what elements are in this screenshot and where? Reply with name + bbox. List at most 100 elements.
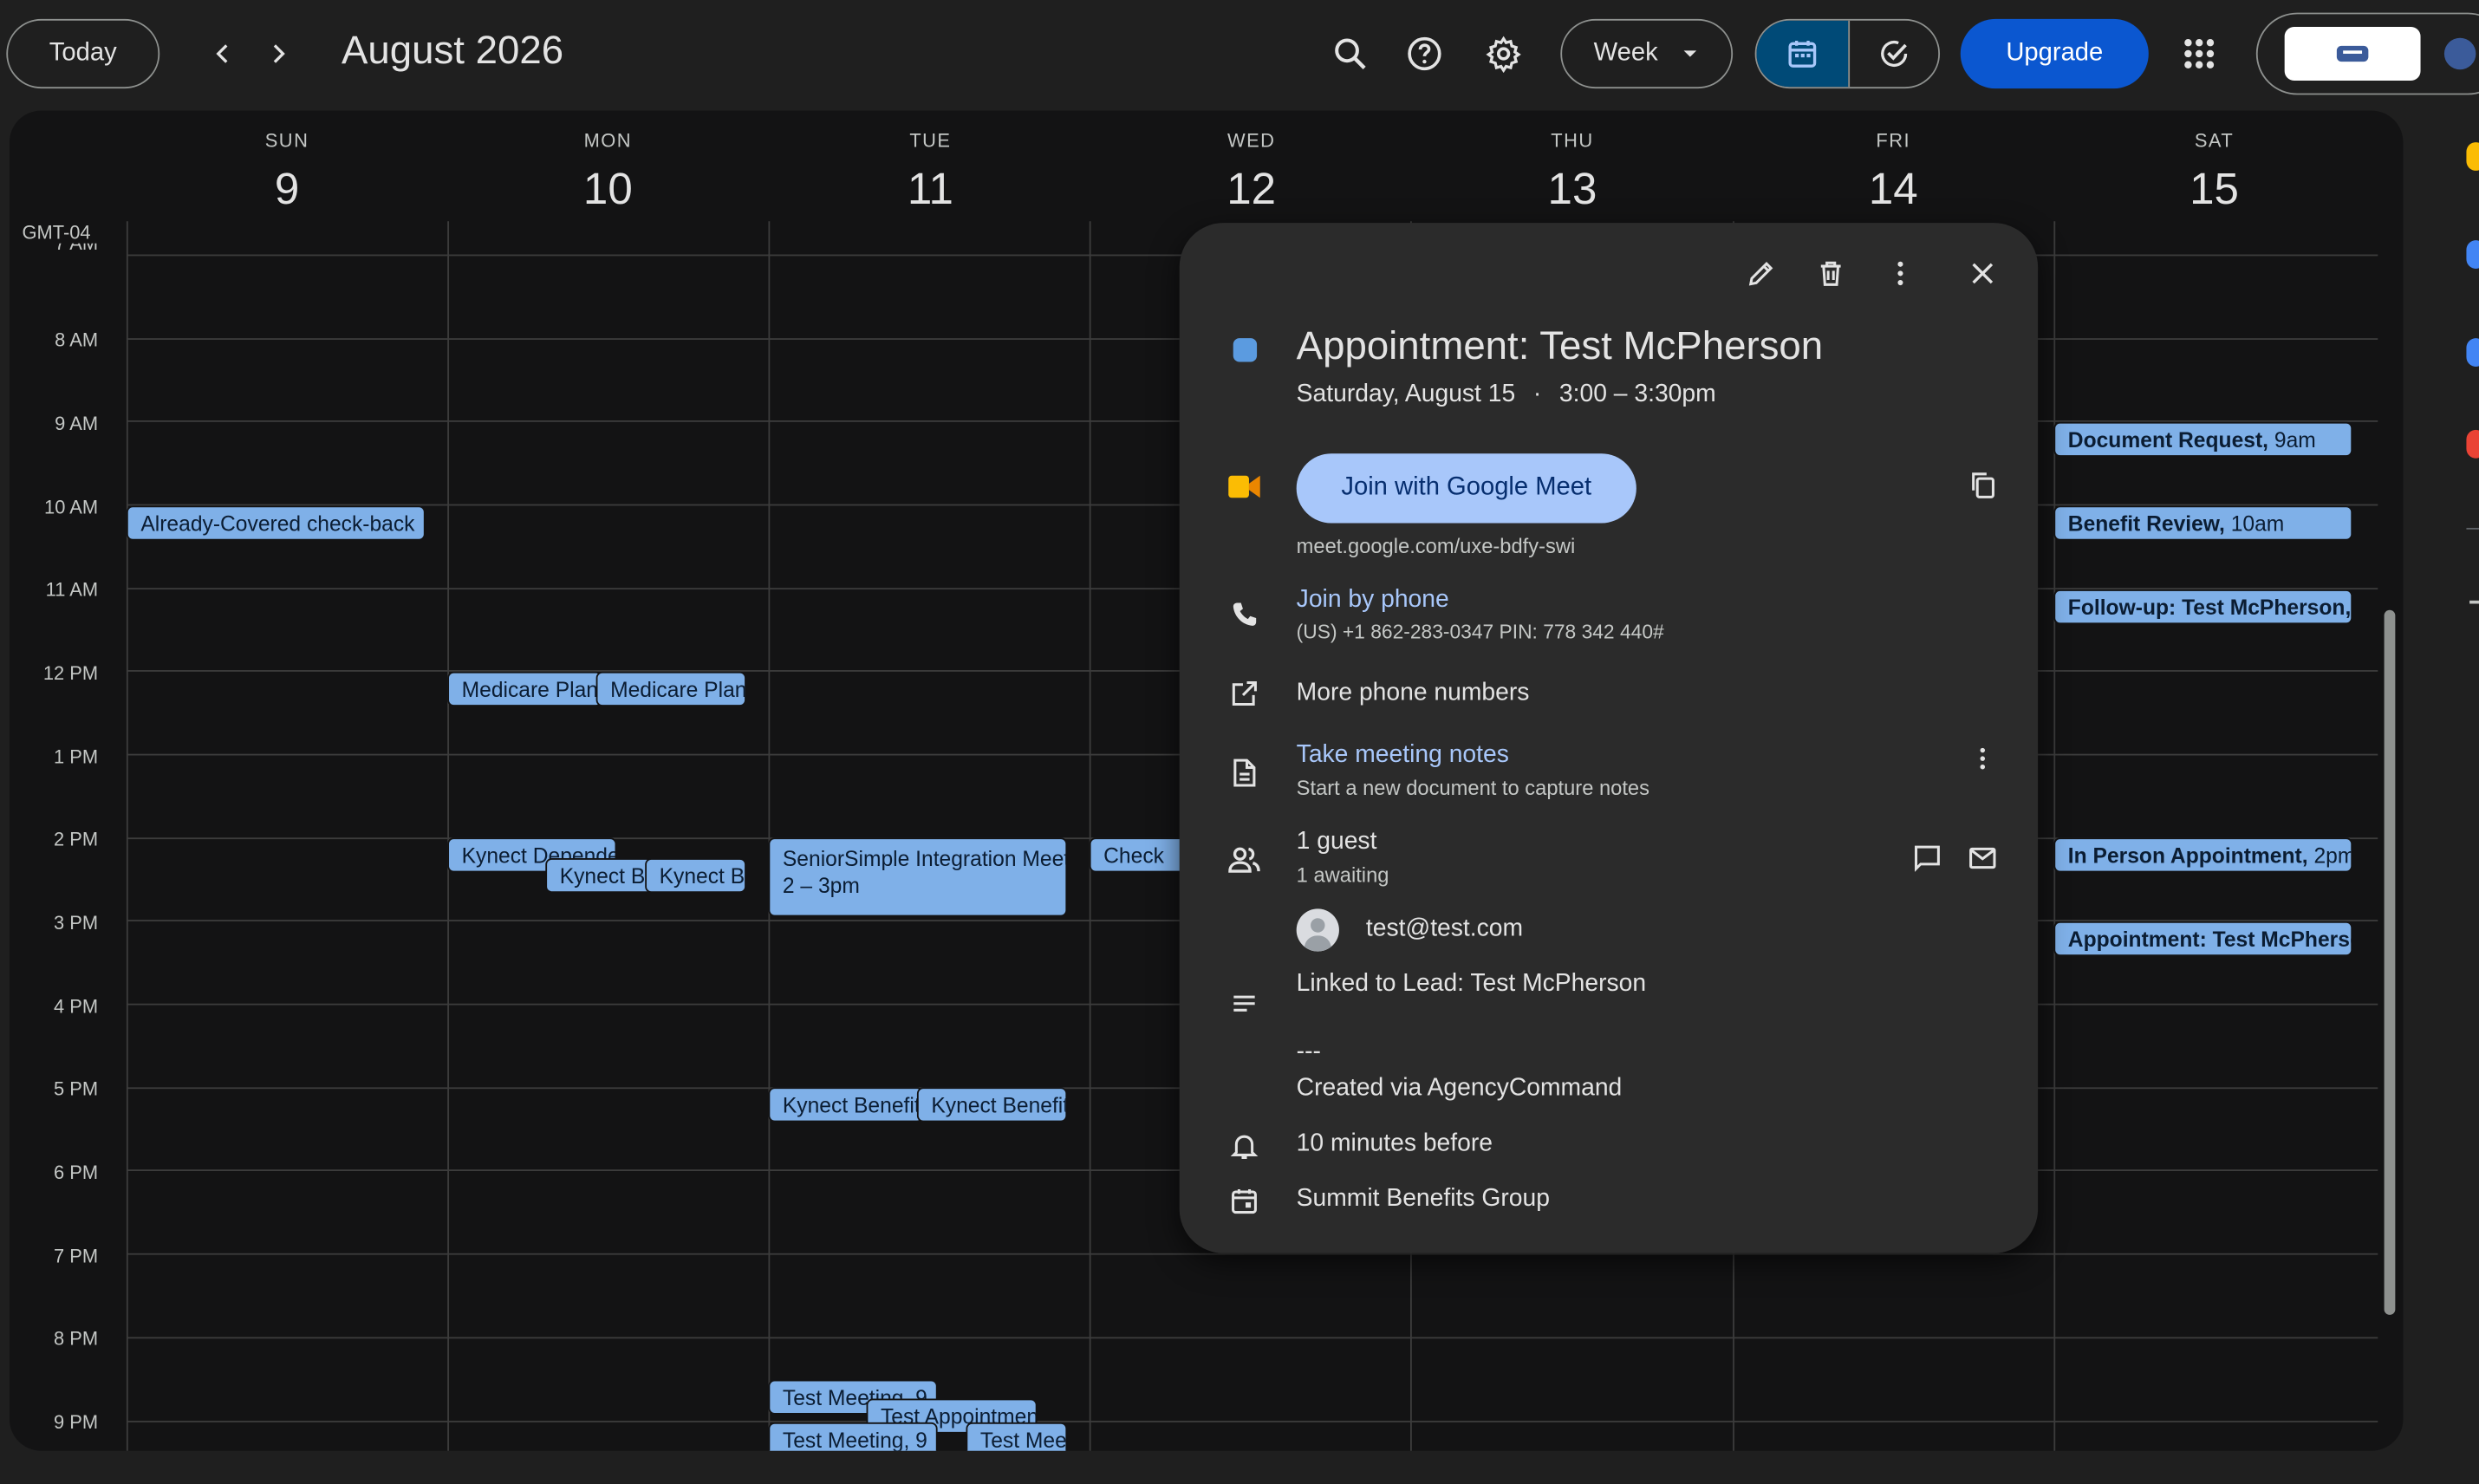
more-vert-icon (1980, 747, 1986, 770)
upgrade-button[interactable]: Upgrade (1960, 18, 2149, 89)
event-title: Appointment: Test McPherson (1296, 323, 1824, 368)
day-number[interactable]: 9 (127, 165, 447, 215)
copy-link-button[interactable] (1957, 460, 2007, 511)
settings-button[interactable] (1472, 23, 1535, 86)
meet-link[interactable]: meet.google.com/uxe-bdfy-swi (1297, 534, 1576, 557)
guest-email[interactable]: test@test.com (1366, 915, 1523, 944)
day-number[interactable]: 14 (1733, 165, 2053, 215)
event-chip[interactable]: SeniorSimple Integration Meeting 2 – 3pm (768, 837, 1068, 917)
join-by-phone-link[interactable]: Join by phone (1297, 586, 1449, 615)
dropdown-arrow-icon (1682, 50, 1696, 57)
day-header-sun[interactable]: SUN 9 (127, 111, 447, 215)
notes-more-button[interactable] (1957, 733, 2007, 784)
close-icon (1972, 263, 1994, 284)
event-chip[interactable]: Medicare Plan (595, 671, 746, 706)
edit-event-button[interactable] (1736, 248, 1786, 298)
copy-icon (1972, 472, 1994, 498)
event-chip[interactable]: Medicare Plan (447, 671, 602, 706)
more-phone-numbers-link[interactable]: More phone numbers (1297, 680, 1530, 708)
help-button[interactable] (1393, 23, 1456, 86)
account-chip[interactable] (2255, 12, 2479, 95)
keep-icon[interactable] (2466, 142, 2479, 171)
event-chip[interactable]: Already-Covered check-back (126, 505, 426, 541)
day-number[interactable]: 12 (1091, 165, 1412, 215)
view-selector[interactable]: Week (1560, 18, 1734, 89)
next-week-button[interactable] (251, 25, 305, 82)
day-number[interactable]: 10 (447, 165, 768, 215)
column-divider (1089, 221, 1091, 1451)
calendar-tasks-toggle[interactable] (1754, 18, 1941, 89)
maps-icon[interactable] (2466, 429, 2479, 459)
help-icon (1408, 36, 1441, 71)
timezone-label: GMT-04 (22, 221, 91, 244)
calendar-view-toggle[interactable] (1756, 20, 1848, 88)
column-divider (447, 221, 450, 1451)
add-addon-icon[interactable] (2469, 600, 2479, 604)
event-chip[interactable]: Kynect B (645, 857, 746, 894)
hour-label: 8 PM (53, 1327, 99, 1351)
day-header-tue[interactable]: TUE 11 (770, 111, 1090, 215)
event-chip[interactable]: Follow-up: Test McPherson, 1 (2053, 589, 2353, 625)
column-divider (768, 221, 771, 1451)
day-header-wed[interactable]: WED 12 (1091, 111, 1412, 215)
event-chip[interactable]: Test Meeting, 9 (768, 1422, 938, 1451)
event-chip[interactable]: Kynect Benefit (916, 1087, 1068, 1123)
search-button[interactable] (1318, 23, 1382, 86)
event-chip[interactable]: Test Meeting (966, 1422, 1068, 1451)
scrollbar[interactable] (2384, 609, 2396, 1315)
day-of-week: THU (1551, 129, 1594, 153)
calendar-owner-icon (1232, 1188, 1257, 1214)
phone-icon (1233, 602, 1257, 626)
separator-dot: · (1532, 381, 1542, 408)
apps-button[interactable] (2168, 23, 2231, 86)
delete-event-button[interactable] (1806, 248, 1856, 298)
contacts-icon[interactable] (2466, 338, 2479, 367)
event-chip[interactable]: Kynect Benefit (768, 1087, 924, 1123)
event-title: In Person Appointment, (2067, 843, 2314, 868)
day-number[interactable]: 15 (2053, 165, 2374, 215)
chat-icon (1915, 845, 1940, 872)
hour-label: 9 PM (53, 1411, 99, 1434)
day-header-fri[interactable]: FRI 14 (1733, 111, 2053, 215)
day-header-mon[interactable]: MON 10 (447, 111, 768, 215)
event-time: 2pm (2313, 843, 2353, 868)
today-button[interactable]: Today (6, 18, 160, 89)
tasks-icon[interactable] (2466, 240, 2479, 269)
take-meeting-notes-link[interactable]: Take meeting notes (1297, 741, 1509, 770)
more-options-button[interactable] (1875, 248, 1925, 298)
notes-subtitle: Start a new document to capture notes (1296, 776, 1650, 800)
email-guests-button[interactable] (1957, 833, 2007, 883)
hour-label: 10 AM (44, 496, 99, 519)
day-header-thu[interactable]: THU 13 (1412, 111, 1733, 215)
close-popup-button[interactable] (1957, 248, 2007, 298)
event-chip[interactable]: Kynect B (545, 857, 654, 894)
message-guests-button[interactable] (1902, 833, 1952, 883)
document-icon (1233, 758, 1256, 787)
event-title: SeniorSimple Integration Meeting (782, 847, 1068, 871)
hour-line (126, 1253, 2378, 1255)
prev-week-button[interactable] (196, 25, 250, 82)
upgrade-label: Upgrade (2006, 39, 2104, 67)
day-header-sat[interactable]: SAT 15 (2053, 111, 2374, 215)
check-circle-icon (1880, 40, 1907, 68)
chevron-left-icon (216, 44, 228, 63)
event-time: 3:00 – 3:30pm (1558, 381, 1716, 408)
tasks-view-toggle[interactable] (1847, 20, 1938, 88)
day-of-week: MON (583, 129, 633, 153)
day-number[interactable]: 11 (770, 165, 1090, 215)
event-chip[interactable]: Benefit Review, 10am (2053, 505, 2353, 541)
hour-label: 8 AM (55, 329, 99, 351)
event-chip[interactable]: Check (1089, 837, 1187, 873)
selected-event-chip[interactable]: Appointment: Test McPherson (2053, 921, 2353, 957)
event-time: 2 – 3pm (782, 874, 860, 898)
join-meet-button[interactable]: Join with Google Meet (1296, 453, 1636, 524)
guest-awaiting: 1 awaiting (1296, 862, 1389, 887)
hour-label: 9 AM (55, 412, 99, 435)
chevron-right-icon (273, 44, 285, 63)
event-chip[interactable]: In Person Appointment, 2pm (2053, 837, 2353, 873)
day-number[interactable]: 13 (1412, 165, 1733, 215)
month-title: August 2026 (341, 28, 564, 73)
event-title: Benefit Review, (2067, 511, 2231, 537)
hour-line (126, 1421, 2378, 1422)
event-chip[interactable]: Document Request, 9am (2053, 421, 2353, 457)
